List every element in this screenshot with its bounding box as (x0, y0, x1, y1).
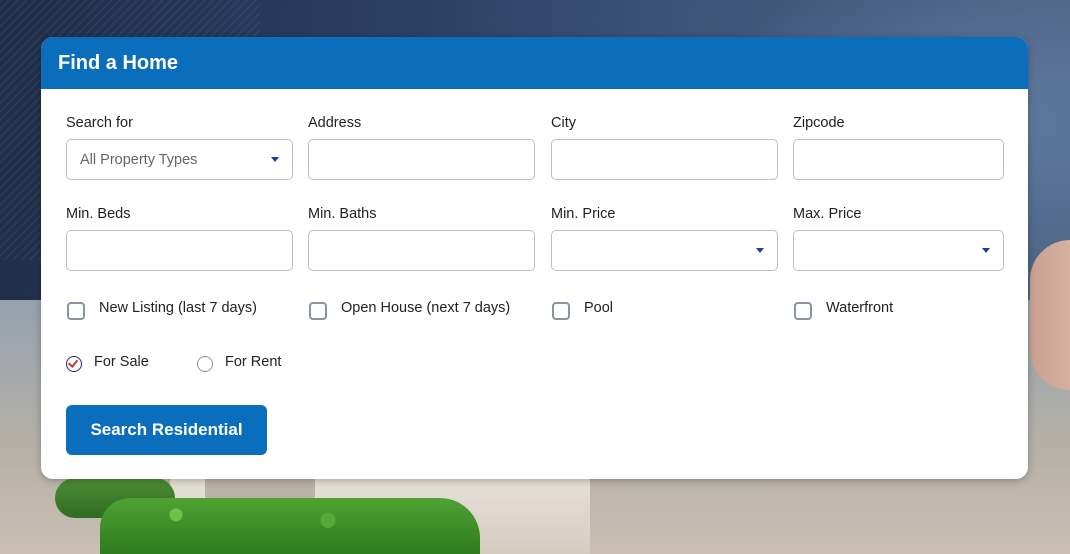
pool-label[interactable]: Pool (584, 300, 613, 316)
max-price-select[interactable] (793, 230, 1004, 271)
search-for-select[interactable]: All Property Types (66, 139, 293, 180)
for-sale-label[interactable]: For Sale (94, 354, 149, 370)
for-rent-label[interactable]: For Rent (225, 354, 281, 370)
city-label: City (551, 115, 576, 131)
open-house-label[interactable]: Open House (next 7 days) (341, 300, 510, 316)
waterfront-checkbox[interactable] (794, 302, 812, 320)
min-beds-field[interactable] (66, 230, 293, 271)
city-field[interactable] (551, 139, 778, 180)
max-price-label: Max. Price (793, 206, 862, 222)
chevron-down-icon (756, 248, 764, 253)
search-for-label: Search for (66, 115, 133, 131)
min-baths-label: Min. Baths (308, 206, 377, 222)
search-residential-button[interactable]: Search Residential (66, 405, 267, 455)
address-field[interactable] (308, 139, 535, 180)
chevron-down-icon (982, 248, 990, 253)
for-rent-radio[interactable] (197, 356, 213, 372)
zipcode-field[interactable] (793, 139, 1004, 180)
zipcode-label: Zipcode (793, 115, 845, 131)
waterfront-label[interactable]: Waterfront (826, 300, 893, 316)
card-title: Find a Home (58, 52, 179, 74)
min-baths-field[interactable] (308, 230, 535, 271)
min-beds-label: Min. Beds (66, 206, 131, 222)
find-a-home-card: Find a Home Search for All Property Type… (41, 37, 1028, 479)
open-house-checkbox[interactable] (309, 302, 327, 320)
chevron-down-icon (271, 157, 279, 162)
min-price-select[interactable] (551, 230, 778, 271)
new-listing-checkbox[interactable] (67, 302, 85, 320)
pool-checkbox[interactable] (552, 302, 570, 320)
search-for-value: All Property Types (80, 152, 198, 168)
address-label: Address (308, 115, 362, 131)
for-sale-radio[interactable] (66, 356, 82, 372)
checkmark-icon (67, 357, 79, 368)
card-header: Find a Home (41, 37, 1028, 89)
min-price-label: Min. Price (551, 206, 616, 222)
new-listing-label[interactable]: New Listing (last 7 days) (99, 300, 257, 316)
